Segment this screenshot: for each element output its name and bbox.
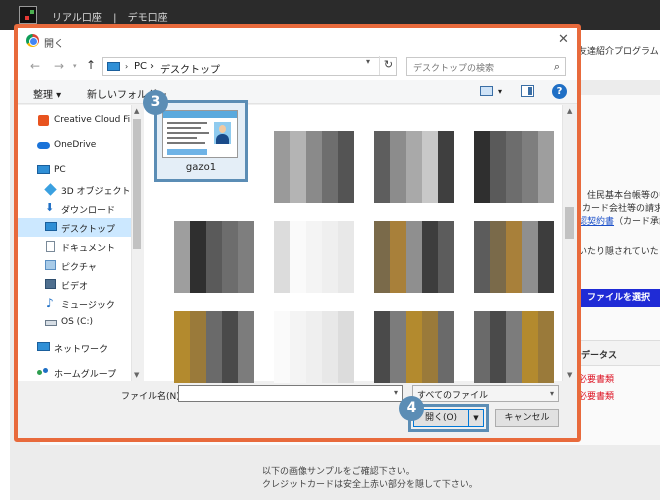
nav-demo-account[interactable]: デモ口座 (128, 13, 168, 24)
site-contract-link[interactable]: 認契約書 (578, 217, 614, 227)
site-table-header: データス (577, 340, 660, 366)
site-description-1: 、住民基本台帳等の中 (578, 191, 660, 201)
site-nav: リアル口座 | デモ口座 (52, 9, 176, 24)
bottom-note-line-1: 以下の画像サンプルをご確認下さい。 (262, 467, 415, 477)
bottom-note-line-2: クレジットカードは安全上赤い部分を隠して下さい。 (262, 480, 478, 490)
required-doc-label-1: 必要書類 (578, 375, 615, 385)
required-doc-label-2: 必要書類 (578, 392, 615, 402)
choose-file-button[interactable]: ファイルを選択 (577, 289, 660, 307)
nav-separator: | (113, 13, 117, 24)
site-description-2: カード会社等の請求書 (582, 204, 660, 214)
site-description-4: いたり隠されていたり (578, 247, 660, 257)
nav-real-account[interactable]: リアル口座 (52, 13, 102, 24)
site-table-header-label: データス (581, 351, 618, 361)
step-4-badge: 4 (399, 396, 424, 421)
site-bottom-note: 以下の画像サンプルをご確認下さい。 クレジットカードは安全上赤い部分を隠して下さ… (262, 466, 478, 492)
site-referral-text[interactable]: 友達紹介プログラム (578, 44, 659, 57)
step-3-badge: 3 (143, 90, 168, 115)
site-logo-icon[interactable] (19, 6, 37, 24)
site-description-3: 認契約書（カード承認 (578, 214, 660, 227)
site-description-3-tail: （カード承認 (614, 217, 660, 227)
dialog-highlight-frame (14, 24, 581, 442)
